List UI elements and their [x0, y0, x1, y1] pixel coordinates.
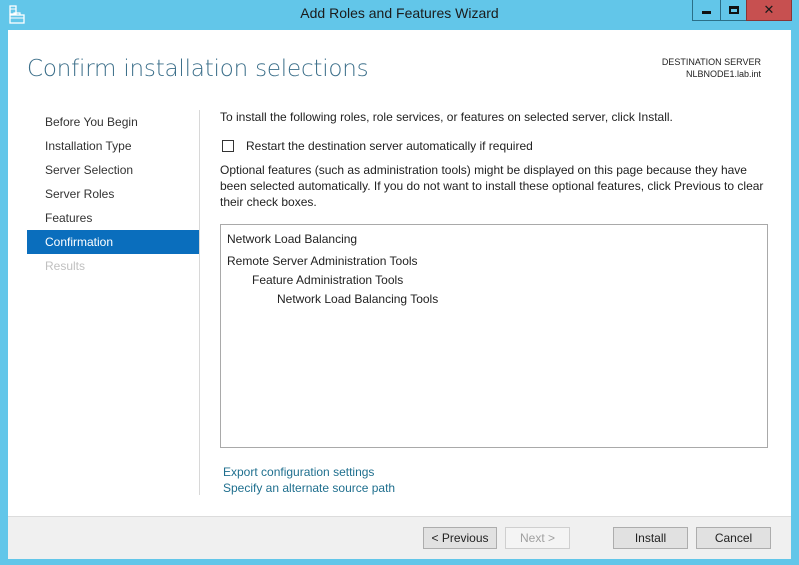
restart-option[interactable]: Restart the destination server automatic… [222, 139, 533, 153]
list-item: Network Load Balancing Tools [277, 292, 439, 306]
nav-divider [199, 110, 200, 495]
nav-item-results: Results [45, 259, 86, 273]
destination-server-label: DESTINATION SERVER [661, 57, 761, 67]
nav-item-confirmation[interactable]: Confirmation [27, 230, 199, 254]
restart-checkbox-label[interactable]: Restart the destination server automatic… [246, 139, 533, 153]
minimize-icon [702, 11, 711, 14]
window-title: Add Roles and Features Wizard [300, 5, 499, 21]
page-title: Confirm installation selections [27, 56, 369, 82]
close-icon: ✕ [763, 2, 775, 18]
maximize-icon [728, 6, 739, 14]
selections-list[interactable]: Network Load Balancing Remote Server Adm… [220, 224, 768, 448]
nav-item-features[interactable]: Features [27, 206, 199, 230]
close-button[interactable]: ✕ [746, 0, 792, 21]
destination-server-name: NLBNODE1.lab.int [685, 69, 761, 79]
list-item: Remote Server Administration Tools [227, 254, 418, 268]
intro-text: To install the following roles, role ser… [220, 110, 673, 124]
wizard-footer: < Previous Next > Install Cancel [8, 516, 791, 559]
wizard-nav: Before You Begin Installation Type Serve… [27, 110, 199, 278]
nav-item-installation-type[interactable]: Installation Type [27, 134, 199, 158]
alternate-source-path-link[interactable]: Specify an alternate source path [223, 480, 395, 496]
wizard-window: Add Roles and Features Wizard ✕ Confirm … [0, 0, 799, 565]
restart-checkbox[interactable] [222, 140, 234, 152]
cancel-button[interactable]: Cancel [696, 527, 771, 549]
list-item: Network Load Balancing [227, 232, 358, 246]
wizard-client-area: Confirm installation selections DESTINAT… [8, 30, 791, 559]
list-item: Feature Administration Tools [252, 273, 404, 287]
nav-item-server-selection[interactable]: Server Selection [27, 158, 199, 182]
title-bar[interactable]: Add Roles and Features Wizard ✕ [0, 0, 799, 30]
next-button: Next > [505, 527, 570, 549]
minimize-button[interactable] [692, 0, 721, 21]
optional-features-note: Optional features (such as administratio… [220, 163, 764, 209]
links-section: Export configuration settings Specify an… [223, 464, 395, 496]
nav-item-server-roles[interactable]: Server Roles [27, 182, 199, 206]
previous-button[interactable]: < Previous [423, 527, 497, 549]
export-configuration-link[interactable]: Export configuration settings [223, 464, 395, 480]
nav-item-before-you-begin[interactable]: Before You Begin [27, 110, 199, 134]
destination-server-info: DESTINATION SERVER NLBNODE1.lab.int [662, 56, 761, 80]
install-button[interactable]: Install [613, 527, 688, 549]
maximize-button[interactable] [720, 0, 747, 21]
